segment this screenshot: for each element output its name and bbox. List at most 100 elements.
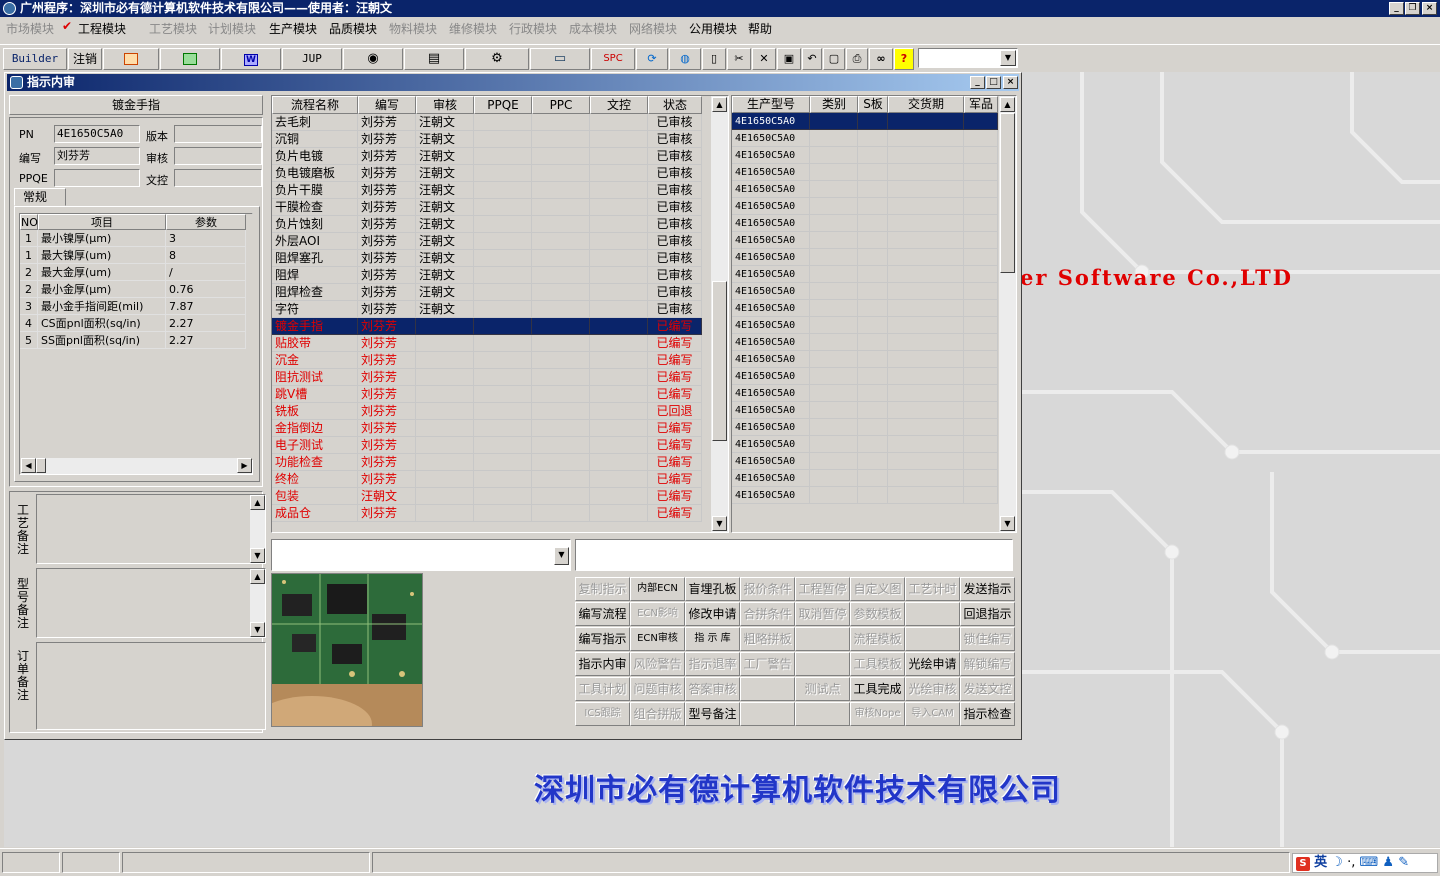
action-button[interactable]: 内部ECN xyxy=(630,577,685,601)
action-button[interactable]: 锁住编写 xyxy=(960,627,1015,651)
action-button[interactable]: 合拼条件 xyxy=(740,602,795,626)
order-note-field[interactable] xyxy=(36,642,266,730)
action-button[interactable]: 解锁编写 xyxy=(960,652,1015,676)
powerpoint-button[interactable] xyxy=(103,48,159,70)
action-button[interactable]: 型号备注 xyxy=(685,702,740,726)
model-row[interactable]: 4E1650C5A0 xyxy=(732,266,998,283)
model-row[interactable]: 4E1650C5A0 xyxy=(732,181,998,198)
refresh-button[interactable]: ⟳ xyxy=(636,48,668,70)
chevron-down-icon[interactable]: ▼ xyxy=(1000,50,1016,66)
wrench-icon[interactable]: ✎ xyxy=(1398,855,1409,870)
action-button[interactable]: 取消暂停 xyxy=(795,602,850,626)
model-row[interactable]: 4E1650C5A0 xyxy=(732,300,998,317)
preview-button[interactable]: ▢ xyxy=(823,48,845,70)
process-row[interactable]: 去毛刺 刘芬芳 汪朝文 已审核 xyxy=(272,114,702,131)
scroll-up-icon[interactable]: ▲ xyxy=(250,495,265,510)
ppqe-field[interactable] xyxy=(54,169,140,187)
action-button[interactable]: 导入CAM xyxy=(905,702,960,726)
scroll-down-icon[interactable]: ▼ xyxy=(1000,516,1015,531)
model-row[interactable]: 4E1650C5A0 xyxy=(732,215,998,232)
params-grid[interactable]: NO 项目 参数 1 最小镍厚(μm) 3 1 最大镍厚(um) 8 2 最大金厚(um)/2 最小金… xyxy=(19,213,254,475)
scroll-up-icon[interactable]: ▲ xyxy=(1000,97,1015,112)
dot-icon[interactable]: ·, xyxy=(1347,855,1355,870)
menu-item-3[interactable]: 计划模块 xyxy=(208,20,256,37)
action-button[interactable]: 工厂警告 xyxy=(740,652,795,676)
action-button[interactable]: 工艺计时 xyxy=(905,577,960,601)
model-column-header[interactable]: S板 xyxy=(858,96,888,113)
process-row[interactable]: 沉铜 刘芬芳 汪朝文 已审核 xyxy=(272,131,702,148)
model-row[interactable]: 4E1650C5A0 xyxy=(732,147,998,164)
action-button[interactable] xyxy=(795,627,850,651)
action-button[interactable]: ECN审核 xyxy=(630,627,685,651)
tab-general[interactable]: 常规 xyxy=(14,188,66,206)
ime-language[interactable]: 英 xyxy=(1314,855,1327,870)
network-button[interactable]: ⚙ xyxy=(465,48,529,70)
model-row[interactable]: 4E1650C5A0 xyxy=(732,436,998,453)
action-button[interactable]: 发送文控 xyxy=(960,677,1015,701)
action-button[interactable]: ICS跟踪 xyxy=(575,702,630,726)
action-button[interactable]: 测试点 xyxy=(795,677,850,701)
process-row[interactable]: 铣板 刘芬芳 已回退 xyxy=(272,403,702,420)
model-column-header[interactable]: 军品 xyxy=(964,96,998,113)
builder-button[interactable]: Builder xyxy=(3,48,67,70)
window-close-button[interactable]: × xyxy=(1003,76,1018,89)
action-button[interactable] xyxy=(905,627,960,651)
database-button[interactable]: ▤ xyxy=(404,48,464,70)
process-row[interactable]: 包装 汪朝文 已编写 xyxy=(272,488,702,505)
scroll-up-icon[interactable]: ▲ xyxy=(712,97,727,112)
action-button[interactable]: 指示退率 xyxy=(685,652,740,676)
params-hscrollbar[interactable]: ◀ ▶ xyxy=(20,458,252,474)
action-button[interactable]: 光绘申请 xyxy=(905,652,960,676)
model-grid[interactable]: ▲ ▼ 生产型号 类别 S板 交货期 军品 4E1650C5A0 4E1650C5A0 4E1… xyxy=(731,95,1017,533)
action-button[interactable]: 复制指示 xyxy=(575,577,630,601)
scroll-thumb[interactable] xyxy=(1000,113,1015,273)
excel-button[interactable] xyxy=(160,48,220,70)
scroll-down-icon[interactable]: ▼ xyxy=(250,622,265,637)
action-button[interactable]: 自定义图 xyxy=(850,577,905,601)
new-button[interactable]: ▯ xyxy=(702,48,726,70)
action-button[interactable]: 光绘审核 xyxy=(905,677,960,701)
process-row[interactable]: 金指倒边 刘芬芳 已编写 xyxy=(272,420,702,437)
cut-button[interactable]: ✂ xyxy=(727,48,751,70)
menu-item-9[interactable]: 成本模块 xyxy=(569,20,617,37)
model-row[interactable]: 4E1650C5A0 xyxy=(732,351,998,368)
window-minimize-button[interactable]: _ xyxy=(970,76,985,89)
menu-item-1[interactable]: ✔ 工程模块 xyxy=(62,19,126,37)
menu-item-6[interactable]: 物料模块 xyxy=(389,20,437,37)
scroll-down-icon[interactable]: ▼ xyxy=(250,548,265,563)
process-row[interactable]: 阻焊 刘芬芳 汪朝文 已审核 xyxy=(272,267,702,284)
computer-button[interactable]: ▭ xyxy=(530,48,590,70)
model-row[interactable]: 4E1650C5A0 xyxy=(732,470,998,487)
process-row[interactable]: 阻焊塞孔 刘芬芳 汪朝文 已审核 xyxy=(272,250,702,267)
process-row[interactable]: 负片电镀 刘芬芳 汪朝文 已审核 xyxy=(272,148,702,165)
process-row[interactable]: 跳V槽 刘芬芳 已编写 xyxy=(272,386,702,403)
process-column-header[interactable]: 文控 xyxy=(590,96,648,114)
process-combo[interactable]: ▼ xyxy=(271,539,571,571)
action-button[interactable] xyxy=(905,602,960,626)
param-row[interactable]: 2 最大金厚(um) / xyxy=(20,264,246,281)
action-button[interactable] xyxy=(740,702,795,726)
scroll-down-icon[interactable]: ▼ xyxy=(712,516,727,531)
process-row[interactable]: 负片干膜 刘芬芳 汪朝文 已审核 xyxy=(272,182,702,199)
action-button[interactable]: 流程模板 xyxy=(850,627,905,651)
model-row[interactable]: 4E1650C5A0 xyxy=(732,453,998,470)
help-button[interactable]: ? xyxy=(894,48,914,70)
window-maximize-button[interactable]: □ xyxy=(986,76,1001,89)
action-button[interactable]: 盲埋孔板 xyxy=(685,577,740,601)
action-button[interactable]: 编写流程 xyxy=(575,602,630,626)
action-button[interactable]: 风险警告 xyxy=(630,652,685,676)
author-field[interactable]: 刘芬芳 xyxy=(54,147,140,165)
action-button[interactable]: 发送指示 xyxy=(960,577,1015,601)
action-button[interactable]: 工具完成 xyxy=(850,677,905,701)
menu-item-4[interactable]: 生产模块 xyxy=(269,20,317,37)
param-row[interactable]: 1 最小镍厚(μm) 3 xyxy=(20,230,246,247)
action-button[interactable] xyxy=(740,677,795,701)
action-button[interactable]: 答案审核 xyxy=(685,677,740,701)
jup-button[interactable]: JUP xyxy=(282,48,342,70)
process-row[interactable]: 成品仓 刘芬芳 已编写 xyxy=(272,505,702,522)
process-row[interactable]: 阻焊检查 刘芬芳 汪朝文 已审核 xyxy=(272,284,702,301)
action-button[interactable]: 工具模板 xyxy=(850,652,905,676)
model-row[interactable]: 4E1650C5A0 xyxy=(732,283,998,300)
menu-item-11[interactable]: 公用模块 xyxy=(689,20,737,37)
menu-item-7[interactable]: 维修模块 xyxy=(449,20,497,37)
